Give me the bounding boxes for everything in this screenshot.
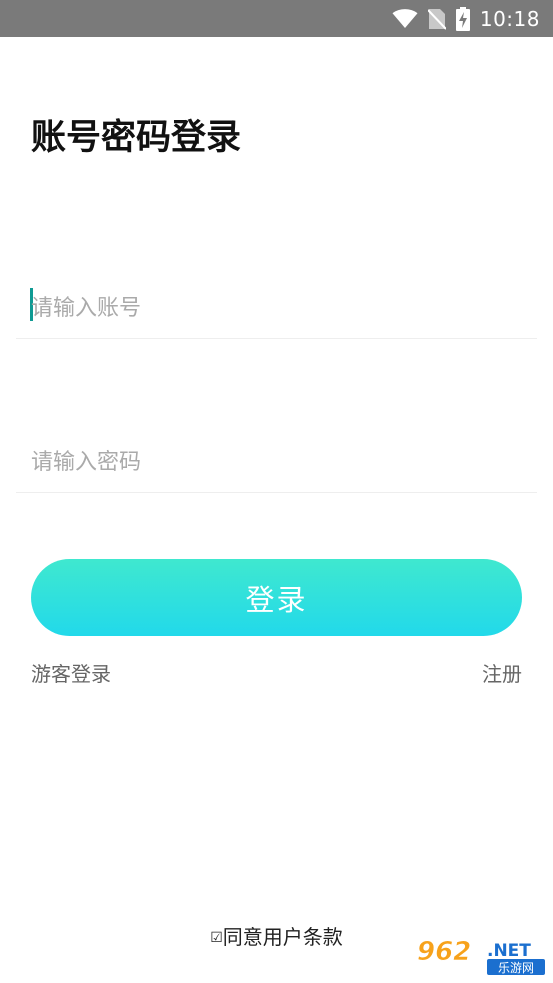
account-input[interactable]	[31, 288, 511, 328]
terms-label[interactable]: 同意用户条款	[223, 925, 343, 949]
register-link[interactable]: 注册	[482, 660, 522, 688]
status-bar: 10:18	[0, 0, 553, 37]
wifi-icon	[392, 8, 418, 28]
password-input[interactable]	[31, 442, 511, 482]
no-sim-icon	[427, 8, 446, 30]
password-field	[16, 432, 537, 493]
watermark-domain: .NET	[487, 941, 531, 961]
watermark-text: 乐游网	[498, 961, 534, 975]
account-field	[16, 278, 537, 339]
watermark-number: 962	[417, 937, 471, 967]
terms-checkbox[interactable]: ☑	[210, 930, 223, 946]
watermark-logo: 962 .NET 乐游网	[413, 935, 548, 977]
login-button[interactable]: 登录	[31, 559, 522, 636]
page-title: 账号密码登录	[31, 118, 242, 158]
battery-charging-icon	[455, 6, 470, 31]
status-icons: 10:18	[392, 0, 540, 37]
guest-login-link[interactable]: 游客登录	[31, 660, 111, 688]
status-time: 10:18	[479, 6, 540, 31]
